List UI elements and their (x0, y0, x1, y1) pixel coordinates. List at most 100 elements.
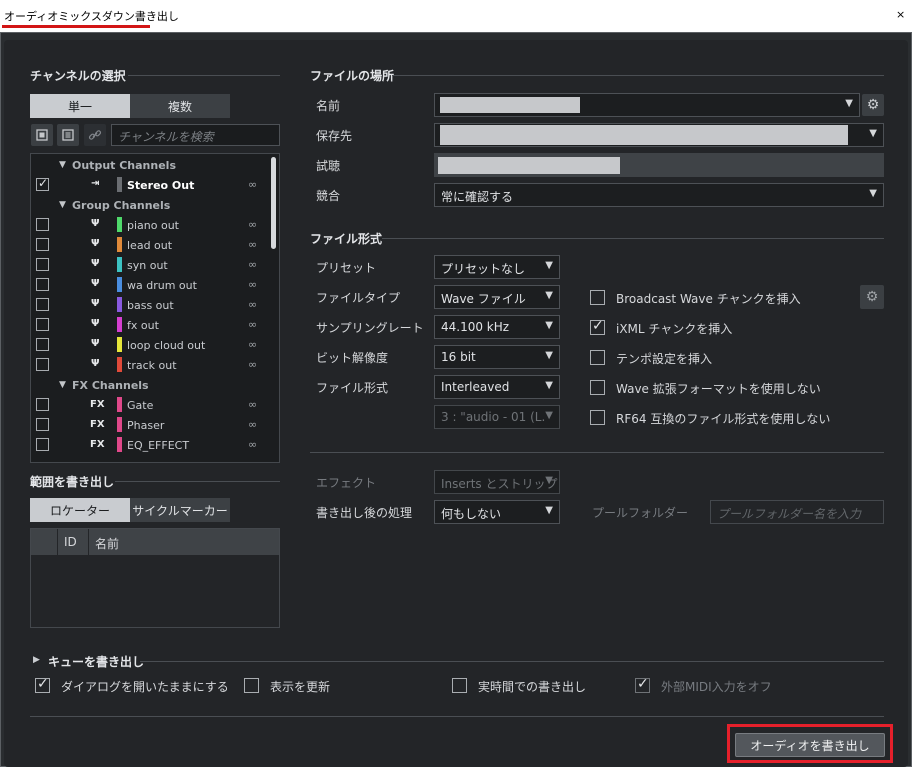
channel-checkbox[interactable] (36, 238, 49, 251)
samplerate-dropdown[interactable]: 44.100 kHz ▼ (434, 315, 560, 339)
divider (310, 452, 884, 453)
file-location-title: ファイルの場所 (310, 69, 395, 83)
group-channel-icon: Ψ (91, 318, 100, 329)
pool-folder-input: プールフォルダー名を入力 (710, 500, 884, 524)
after-export-dropdown[interactable]: 何もしない ▼ (434, 500, 560, 524)
format-dropdown[interactable]: Interleaved ▼ (434, 375, 560, 399)
refresh-display-checkbox[interactable] (244, 678, 259, 693)
stereo-link-icon: ∞ (248, 258, 258, 271)
channel-row[interactable]: Ψ syn out ∞ (31, 255, 269, 275)
group-name: Output Channels (72, 159, 177, 172)
file-name-field[interactable]: ▼ (434, 93, 860, 117)
channel-assign-value: 3 : "audio - 01 (L. (441, 410, 546, 424)
chevron-down-icon: ▼ (545, 410, 553, 421)
channel-checkbox[interactable] (36, 258, 49, 271)
channel-name: EQ_EFFECT (127, 439, 190, 452)
tab-locator[interactable]: ロケーター (30, 498, 130, 522)
collapse-triangle-icon[interactable]: ▼ (59, 380, 66, 390)
midi-off-label: 外部MIDI入力をオフ (661, 680, 772, 694)
keep-open-label: ダイアログを開いたままにする (61, 680, 229, 694)
window-title: オーディオミックスダウン書き出し (4, 10, 179, 23)
channel-search-input[interactable]: チャンネルを検索 (111, 124, 280, 146)
save-path-label: 保存先 (316, 129, 353, 143)
stereo-link-icon: ∞ (248, 178, 258, 191)
channel-name: track out (127, 359, 177, 372)
option-checkbox[interactable] (590, 380, 605, 395)
option-checkbox[interactable] (590, 318, 605, 335)
tab-single[interactable]: 単一 (30, 94, 130, 118)
channel-row[interactable]: Ψ loop cloud out ∞ (31, 335, 269, 355)
group-row-fx[interactable]: ▼ FX Channels (31, 375, 269, 395)
channel-row[interactable]: FX EQ_EFFECT ∞ (31, 435, 269, 455)
collapse-triangle-icon[interactable]: ▼ (59, 200, 66, 210)
channel-checkbox[interactable] (36, 218, 49, 231)
channel-checkbox[interactable] (36, 398, 49, 411)
collapse-triangle-icon[interactable]: ▼ (59, 160, 66, 170)
bitdepth-value: 16 bit (441, 350, 476, 364)
group-name: Group Channels (72, 199, 171, 212)
expand-triangle-icon[interactable]: ▶ (33, 655, 40, 665)
chevron-down-icon: ▼ (545, 350, 553, 361)
preset-dropdown[interactable]: プリセットなし ▼ (434, 255, 560, 279)
group-name: FX Channels (72, 379, 149, 392)
stereo-link-icon: ∞ (248, 438, 258, 451)
close-icon[interactable]: × (896, 8, 905, 21)
channel-checkbox[interactable] (36, 438, 49, 451)
export-audio-button[interactable]: オーディオを書き出し (735, 733, 885, 757)
stereo-link-icon: ∞ (248, 298, 258, 311)
output-channel-icon: ⇥ (91, 178, 100, 189)
samplerate-value: 44.100 kHz (441, 320, 510, 334)
channel-checkbox[interactable] (36, 318, 49, 331)
channel-row[interactable]: Ψ piano out ∞ (31, 215, 269, 235)
channel-name: fx out (127, 319, 159, 332)
chevron-down-icon[interactable]: ▼ (845, 98, 853, 109)
tab-cycle-marker[interactable]: サイクルマーカー (130, 498, 230, 522)
after-export-label: 書き出し後の処理 (316, 506, 413, 520)
option-checkbox[interactable] (590, 290, 605, 305)
channel-name: wa drum out (127, 279, 197, 292)
link-icon[interactable] (84, 124, 106, 146)
filetype-dropdown[interactable]: Wave ファイル ▼ (434, 285, 560, 309)
expand-all-icon[interactable] (31, 124, 53, 146)
table-header-id[interactable]: ID (58, 529, 88, 555)
channel-checkbox[interactable] (36, 418, 49, 431)
queue-title[interactable]: キューを書き出し (48, 653, 144, 670)
channel-row[interactable]: FX Phaser ∞ (31, 415, 269, 435)
collapse-all-icon[interactable] (57, 124, 79, 146)
channel-row[interactable]: Ψ track out ∞ (31, 355, 269, 375)
option-checkbox[interactable] (590, 410, 605, 425)
channel-checkbox[interactable] (36, 358, 49, 371)
channel-color (117, 297, 122, 312)
format-value: Interleaved (441, 380, 510, 394)
group-row-group[interactable]: ▼ Group Channels (31, 195, 269, 215)
channel-row[interactable]: Ψ fx out ∞ (31, 315, 269, 335)
bitdepth-dropdown[interactable]: 16 bit ▼ (434, 345, 560, 369)
tab-multiple[interactable]: 複数 (130, 94, 230, 118)
channel-row[interactable]: Ψ wa drum out ∞ (31, 275, 269, 295)
table-header-name[interactable]: 名前 (89, 529, 279, 555)
chevron-down-icon[interactable]: ▼ (869, 128, 877, 139)
conflict-dropdown[interactable]: 常に確認する ▼ (434, 183, 884, 207)
option-checkbox[interactable] (590, 350, 605, 365)
file-format-title: ファイル形式 (310, 232, 383, 246)
realtime-export-checkbox[interactable] (452, 678, 467, 693)
keep-open-checkbox[interactable] (35, 676, 50, 693)
channel-checkbox[interactable] (36, 176, 49, 191)
channel-name: loop cloud out (127, 339, 206, 352)
save-path-field[interactable]: ▼ (434, 123, 884, 147)
channel-checkbox[interactable] (36, 338, 49, 351)
audition-field[interactable] (434, 153, 884, 177)
channel-color (117, 277, 122, 292)
gear-icon[interactable]: ⚙ (860, 285, 884, 309)
channel-checkbox[interactable] (36, 298, 49, 311)
group-row-output[interactable]: ▼ Output Channels (31, 155, 269, 175)
group-channel-icon: Ψ (91, 218, 100, 229)
channel-row[interactable]: FX Gate ∞ (31, 395, 269, 415)
channel-row[interactable]: Ψ bass out ∞ (31, 295, 269, 315)
gear-icon[interactable]: ⚙ (862, 94, 884, 116)
channel-row[interactable]: ⇥ Stereo Out ∞ (31, 175, 269, 195)
channel-list-scrollbar[interactable] (271, 157, 276, 249)
channel-checkbox[interactable] (36, 278, 49, 291)
channel-color (117, 437, 122, 452)
channel-row[interactable]: Ψ lead out ∞ (31, 235, 269, 255)
